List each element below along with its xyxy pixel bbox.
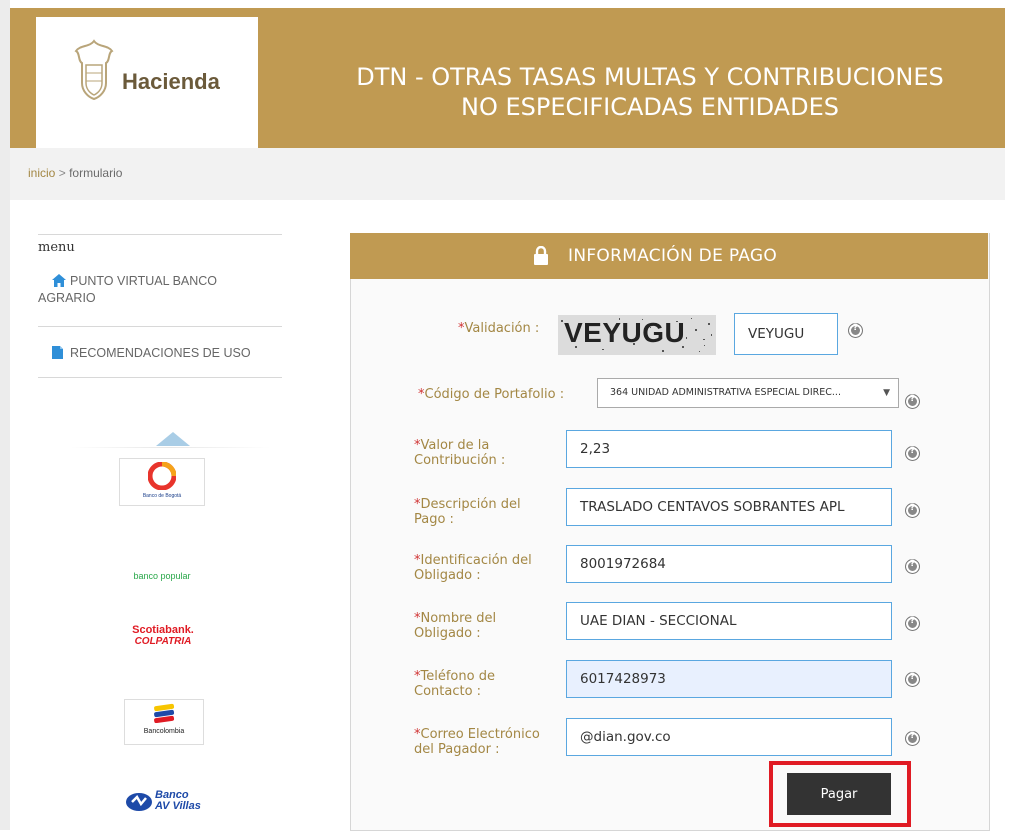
help-icon[interactable]	[905, 731, 920, 746]
help-icon[interactable]	[905, 446, 920, 461]
contribution-input[interactable]: 2,23	[566, 430, 892, 468]
bank-name: Scotiabank.	[132, 624, 194, 636]
help-icon[interactable]	[905, 559, 920, 574]
label-line-2: Obligado :	[414, 568, 481, 583]
help-icon[interactable]	[905, 672, 920, 687]
email-input[interactable]: @dian.gov.co	[566, 718, 892, 756]
bank-logo-bogota[interactable]: Banco de Bogotá	[119, 458, 205, 506]
validation-label: *Validación :	[458, 321, 539, 336]
menu-divider	[38, 234, 282, 235]
page-left-edge	[0, 0, 10, 830]
bank-name: Bancolombia	[143, 728, 185, 735]
bank-name: banco popular	[133, 571, 191, 581]
phone-label: *Teléfono de Contacto :	[414, 669, 495, 699]
carousel-up-arrow[interactable]	[156, 432, 190, 446]
help-icon[interactable]	[905, 616, 920, 631]
description-input[interactable]: TRASLADO CENTAVOS SOBRANTES APL	[566, 488, 892, 526]
breadcrumb: inicio > formulario	[28, 166, 122, 180]
label-line-1: Valor de la	[420, 438, 490, 453]
label-text: Código de Portafolio :	[424, 387, 565, 402]
label-line-2: Obligado :	[414, 626, 481, 641]
site-header: Hacienda DTN - OTRAS TASAS MULTAS Y CONT…	[10, 8, 1005, 148]
help-icon[interactable]	[905, 394, 920, 409]
breadcrumb-separator: >	[58, 166, 66, 180]
portfolio-selected: 364 UNIDAD ADMINISTRATIVA ESPECIAL DIREC…	[610, 387, 841, 398]
document-icon	[38, 345, 70, 362]
payment-form-heading: INFORMACIÓN DE PAGO	[568, 246, 778, 266]
payment-form-header: INFORMACIÓN DE PAGO	[350, 233, 988, 279]
phone-input[interactable]: 6017428973	[566, 660, 892, 698]
menu-title: menu	[38, 240, 75, 255]
av-villas-logo-icon	[126, 793, 152, 811]
label-line-1: Nombre del	[420, 611, 497, 626]
label-line-1: Teléfono de	[420, 669, 495, 684]
label-line-1: Identificación del	[420, 553, 532, 568]
chevron-down-icon: ▼	[883, 388, 890, 398]
portfolio-select[interactable]: 364 UNIDAD ADMINISTRATIVA ESPECIAL DIREC…	[597, 378, 899, 408]
help-icon[interactable]	[848, 323, 863, 338]
logo-text: Hacienda	[122, 69, 220, 94]
label-line-2: del Pagador :	[414, 742, 500, 757]
bank-logo-av-villas[interactable]: Banco AV Villas	[125, 786, 215, 822]
breadcrumb-home[interactable]: inicio	[28, 166, 55, 180]
name-input[interactable]: UAE DIAN - SECCIONAL	[566, 602, 892, 640]
bank-name: Banco AV Villas	[155, 790, 201, 812]
label-line-2: Contacto :	[414, 684, 482, 699]
breadcrumb-bar	[10, 148, 1005, 200]
page-title: DTN - OTRAS TASAS MULTAS Y CONTRIBUCIONE…	[310, 62, 990, 122]
identification-label: *Identificación del Obligado :	[414, 553, 532, 583]
label-line-1: Descripción del	[420, 497, 521, 512]
pay-button[interactable]: Pagar	[787, 773, 891, 815]
bank-name-2: COLPATRIA	[134, 636, 192, 647]
description-label: *Descripción del Pago :	[414, 497, 521, 527]
menu-item-recomendaciones[interactable]: RECOMENDACIONES DE USO	[38, 345, 251, 362]
lock-icon	[534, 246, 548, 265]
banco-bogota-logo-icon	[147, 461, 177, 491]
carousel-divider	[70, 447, 270, 448]
menu-divider	[38, 377, 282, 378]
menu-item-punto-virtual[interactable]: PUNTO VIRTUAL BANCO AGRARIO	[38, 273, 217, 307]
label-line-1: Correo Electrónico	[420, 727, 540, 742]
captcha-image: VEYUGU	[558, 315, 716, 355]
title-line-1: DTN - OTRAS TASAS MULTAS Y CONTRIBUCIONE…	[356, 63, 944, 91]
title-line-2: NO ESPECIFICADAS ENTIDADES	[461, 93, 839, 121]
email-label: *Correo Electrónico del Pagador :	[414, 727, 540, 757]
contribution-label: *Valor de la Contribución :	[414, 438, 505, 468]
label-text: Validación :	[464, 321, 540, 336]
menu-item-label: RECOMENDACIONES DE USO	[70, 346, 251, 360]
bank-logo-bancolombia[interactable]: Bancolombia	[124, 699, 204, 745]
bancolombia-logo-icon	[154, 703, 175, 724]
bank-name: Banco de Bogotá	[142, 493, 182, 499]
bank-name-2: AV Villas	[155, 800, 201, 812]
label-line-2: Pago :	[414, 512, 454, 527]
identification-input[interactable]: 8001972684	[566, 545, 892, 583]
menu-item-label-2: AGRARIO	[38, 291, 96, 305]
captcha-text: VEYUGU	[564, 317, 686, 348]
menu-divider	[38, 326, 282, 327]
name-label: *Nombre del Obligado :	[414, 611, 496, 641]
home-icon	[38, 273, 70, 290]
bank-logo-scotiabank[interactable]: Scotiabank. COLPATRIA	[113, 624, 213, 647]
bank-logo-popular[interactable]: banco popular	[117, 566, 207, 584]
breadcrumb-current: formulario	[69, 166, 123, 180]
menu-item-label: PUNTO VIRTUAL BANCO	[70, 274, 218, 288]
coat-of-arms-icon	[74, 39, 114, 101]
hacienda-logo[interactable]: Hacienda	[36, 17, 258, 148]
help-icon[interactable]	[905, 503, 920, 518]
portfolio-label: *Código de Portafolio :	[418, 387, 564, 402]
validation-input[interactable]: VEYUGU	[734, 313, 838, 355]
label-line-2: Contribución :	[414, 453, 506, 468]
